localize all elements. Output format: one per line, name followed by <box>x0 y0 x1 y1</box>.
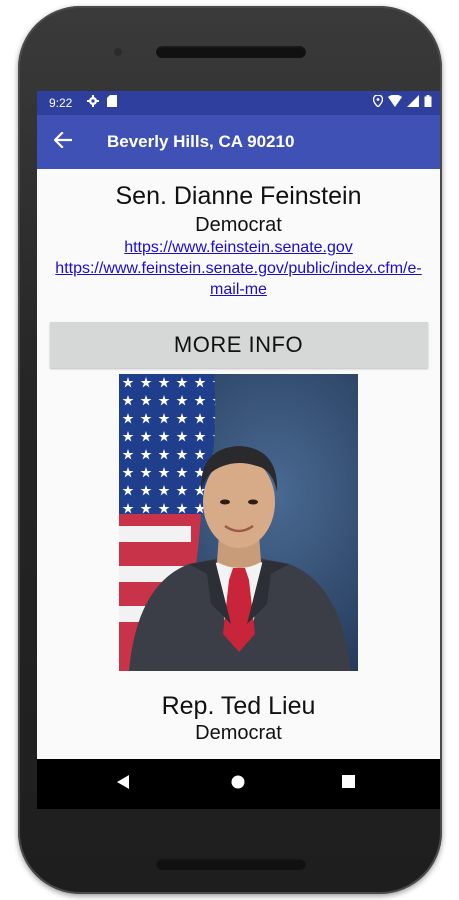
signal-icon <box>407 95 419 110</box>
rep-name: Rep. Ted Lieu <box>161 692 316 720</box>
status-time: 9:22 <box>49 96 73 110</box>
representatives-list[interactable]: Sen. Dianne Feinstein Democrat https://w… <box>37 169 440 759</box>
more-info-button[interactable]: MORE INFO <box>49 322 428 368</box>
nav-home-button[interactable] <box>223 769 253 799</box>
home-circle-icon <box>231 775 245 794</box>
rep-party: Democrat <box>195 214 282 236</box>
settings-gear-icon <box>87 95 99 110</box>
rep-party: Democrat <box>195 722 282 744</box>
status-bar: 9:22 <box>37 91 440 115</box>
nav-recents-button[interactable] <box>333 769 363 799</box>
rep-name: Sen. Dianne Feinstein <box>115 182 362 210</box>
top-speaker <box>156 46 306 58</box>
rep-portrait-photo <box>119 374 358 671</box>
rep-email-link[interactable]: https://www.feinstein.senate.gov/public/… <box>37 258 440 300</box>
battery-icon <box>424 95 432 110</box>
recents-square-icon <box>341 775 355 793</box>
location-icon <box>372 94 384 110</box>
wifi-icon <box>388 94 402 110</box>
arrow-left-icon <box>53 130 73 153</box>
front-camera <box>114 48 122 56</box>
back-triangle-icon <box>117 774 129 794</box>
bottom-speaker <box>156 858 306 870</box>
screen: 9:22 Beverly Hills, CA 90210 Sen. Dianne… <box>37 91 440 809</box>
nav-back-button[interactable] <box>108 769 138 799</box>
rep-website-link[interactable]: https://www.feinstein.senate.gov <box>37 237 440 258</box>
back-button[interactable] <box>47 126 79 158</box>
app-bar: Beverly Hills, CA 90210 <box>37 115 440 169</box>
system-nav-bar <box>37 759 440 809</box>
sd-card-icon <box>107 95 117 110</box>
app-bar-title: Beverly Hills, CA 90210 <box>107 132 295 151</box>
